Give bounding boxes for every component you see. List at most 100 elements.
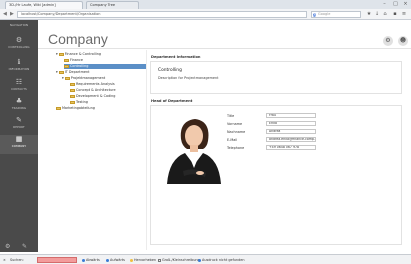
tree-item-selected[interactable]: Controlling bbox=[64, 64, 146, 69]
highlight-icon bbox=[130, 258, 133, 262]
tree-item-label: Finance bbox=[70, 58, 83, 62]
department-description: Description for Projectmanagement bbox=[158, 76, 219, 80]
tree-item[interactable]: Concept & Architecture bbox=[70, 88, 116, 93]
find-down-button[interactable]: Abwärts bbox=[82, 258, 100, 262]
tree-item-label: Development & Coding bbox=[76, 94, 116, 98]
tree-item[interactable]: Finance bbox=[64, 58, 83, 63]
sidebar-item-label: CONTROLLING bbox=[8, 45, 30, 49]
sidebar-item-label: TRAINING bbox=[11, 106, 27, 110]
folder-icon bbox=[56, 106, 61, 110]
back-icon[interactable]: ◀ bbox=[3, 11, 7, 17]
page-title: Company bbox=[48, 31, 108, 47]
arrow-down-icon bbox=[82, 258, 85, 262]
url-input[interactable]: localhost/Company/Department/Organisatio… bbox=[17, 11, 307, 18]
tree-item[interactable]: Testing bbox=[70, 100, 88, 105]
title-field[interactable]: Frau bbox=[266, 113, 316, 118]
home-icon[interactable]: ⌂ bbox=[382, 11, 388, 17]
tree-item[interactable]: ▾ Projektmanagement bbox=[62, 76, 105, 81]
match-case-label: Groß-/Kleinschreibung bbox=[162, 258, 200, 262]
tree-item-label: Marketingabteilung bbox=[62, 106, 95, 110]
find-up-button[interactable]: Aufwärts bbox=[106, 258, 125, 262]
last-name-field[interactable]: Andrea bbox=[266, 129, 316, 134]
minimize-icon[interactable]: – bbox=[380, 1, 389, 7]
gear-icon: ⚙ bbox=[15, 36, 23, 44]
find-bar: × Suchen: Abwärts Aufwärts Hervorheben G… bbox=[0, 254, 411, 264]
match-case-checkbox[interactable]: Groß-/Kleinschreibung bbox=[158, 258, 200, 262]
checkbox-icon bbox=[158, 258, 161, 262]
sidebar-item-company[interactable]: ▦ COMPANY bbox=[0, 135, 38, 154]
browser-tab-1[interactable]: 3D-/Hr Laufe, Wiki [admin] bbox=[5, 1, 83, 9]
settings-icon[interactable]: ⚙ bbox=[5, 243, 10, 250]
browser-titlebar: 3D-/Hr Laufe, Wiki [admin] Company Tree … bbox=[0, 0, 411, 9]
info-icon bbox=[198, 258, 201, 262]
sidebar-item-training[interactable]: ♣ TRAINING bbox=[0, 97, 38, 116]
tree-item-label: Concept & Architecture bbox=[76, 88, 116, 92]
browser-navbar: ◀ ▶ localhost/Company/Department/Organis… bbox=[0, 9, 411, 20]
sidebar-item-information[interactable]: ℹ INFORMATION bbox=[0, 58, 38, 77]
telephone-field[interactable]: +49 0648 067 978 bbox=[266, 145, 316, 150]
department-info-heading: Department Information bbox=[151, 55, 201, 59]
tree-item-label: Testing bbox=[76, 100, 88, 104]
find-up-label: Aufwärts bbox=[110, 258, 125, 262]
menu-icon[interactable]: ≡ bbox=[401, 11, 407, 17]
search-placeholder: Google bbox=[318, 12, 331, 16]
first-name-label: Vorname bbox=[227, 122, 243, 126]
title-label: Title bbox=[227, 114, 235, 118]
folder-icon bbox=[70, 88, 75, 92]
tree-item-label: Requirements Analysis bbox=[76, 82, 115, 86]
folder-icon bbox=[58, 52, 64, 56]
folder-icon bbox=[64, 64, 69, 68]
tree-item-label: IT Department bbox=[64, 70, 90, 74]
settings-button[interactable]: ⚙ bbox=[383, 36, 393, 46]
tree-item[interactable]: Development & Coding bbox=[70, 94, 115, 99]
highlight-button[interactable]: Hervorheben bbox=[130, 258, 156, 262]
sidebar-item-label: REPORT bbox=[13, 125, 25, 129]
sidebar-item-contacts[interactable]: ☷ CONTACTS bbox=[0, 78, 38, 97]
tree-item[interactable]: Marketingabteilung bbox=[56, 106, 95, 111]
maximize-icon[interactable]: □ bbox=[391, 1, 400, 7]
close-find-icon[interactable]: × bbox=[3, 258, 6, 262]
email-field[interactable]: andrea.erika@finance-comp.de bbox=[266, 137, 316, 142]
first-name-field[interactable]: Erika bbox=[266, 121, 316, 126]
google-icon: g bbox=[313, 12, 316, 17]
sidebar-item-label: NAVIGATION bbox=[9, 23, 29, 27]
report-icon: ✎ bbox=[16, 116, 22, 124]
sidebar-item-controlling[interactable]: ⚙ CONTROLLING bbox=[0, 36, 38, 55]
bookmark-icon[interactable]: ★ bbox=[366, 11, 372, 17]
addon-icon[interactable]: ▪ bbox=[392, 11, 398, 17]
browser-window: 3D-/Hr Laufe, Wiki [admin] Company Tree … bbox=[0, 0, 411, 264]
contacts-icon: ☷ bbox=[15, 78, 23, 86]
find-input[interactable] bbox=[37, 257, 77, 263]
search-input[interactable]: g Google bbox=[311, 11, 361, 18]
tree-item[interactable]: ▾ IT Department bbox=[56, 70, 89, 75]
app-sidebar: NAVIGATION ⚙ CONTROLLING ℹ INFORMATION ☷… bbox=[0, 20, 38, 252]
folder-icon bbox=[70, 82, 75, 86]
company-icon: ▦ bbox=[15, 135, 23, 143]
sidebar-item-label: COMPANY bbox=[11, 144, 27, 148]
find-down-label: Abwärts bbox=[86, 258, 100, 262]
department-name: Controlling bbox=[158, 68, 182, 73]
download-icon[interactable]: ↓ bbox=[374, 11, 380, 17]
sidebar-item-report[interactable]: ✎ REPORT bbox=[0, 116, 38, 135]
department-info-panel: Controlling Description for Projectmanag… bbox=[150, 61, 402, 94]
close-icon[interactable]: × bbox=[401, 1, 410, 7]
tree-item-label: Finance & Controlling bbox=[64, 52, 101, 56]
head-of-department-heading: Head of Department bbox=[151, 99, 193, 103]
email-label: E-Mail bbox=[227, 138, 238, 142]
browser-tab-2[interactable]: Company Tree bbox=[86, 1, 139, 9]
tree-item[interactable]: Requirements Analysis bbox=[70, 82, 115, 87]
last-name-label: Nachname bbox=[227, 130, 246, 134]
find-result-label: Ausdruck nicht gefunden bbox=[202, 258, 245, 262]
folder-icon bbox=[64, 76, 70, 80]
sidebar-item-label: CONTACTS bbox=[11, 87, 27, 91]
tools-icon[interactable]: ✎ bbox=[22, 243, 27, 250]
department-tree: ▾ Finance & Controlling Finance Controll… bbox=[50, 50, 147, 250]
training-icon: ♣ bbox=[15, 97, 23, 105]
arrow-up-icon bbox=[106, 258, 109, 262]
user-button[interactable]: ☻ bbox=[398, 36, 408, 46]
tree-item[interactable]: ▾ Finance & Controlling bbox=[56, 52, 101, 57]
folder-icon bbox=[64, 58, 69, 62]
forward-icon[interactable]: ▶ bbox=[10, 11, 14, 17]
person-photo bbox=[163, 113, 225, 184]
telephone-label: Telephone bbox=[227, 146, 245, 150]
